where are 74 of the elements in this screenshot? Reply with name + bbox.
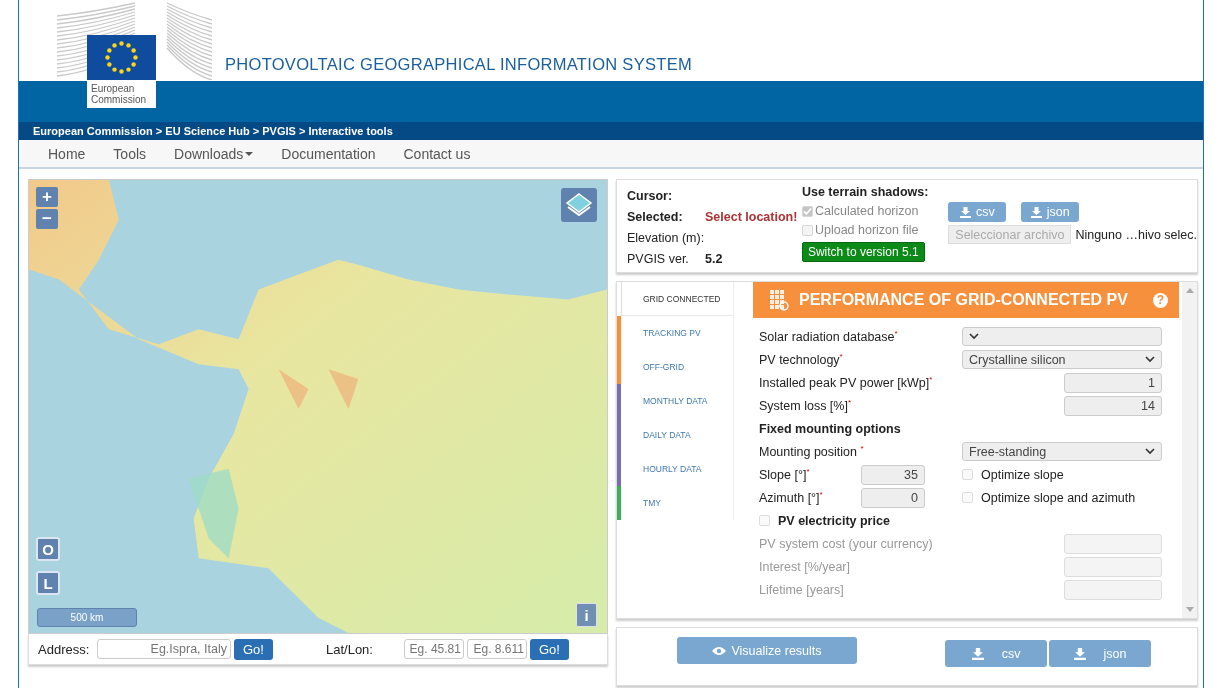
address-label: Address: <box>38 641 91 657</box>
version-label: PVGIS ver. <box>627 251 690 266</box>
eu-flag-icon <box>87 35 156 80</box>
go-button[interactable]: Go! <box>529 638 569 660</box>
field-label: System loss [%]$^{*}$ <box>759 397 853 414</box>
go-button[interactable]: Go! <box>234 638 273 660</box>
dropdown[interactable] <box>962 327 1162 346</box>
map-l-button[interactable]: L <box>36 571 60 595</box>
file-status-text: Ninguno …hivo selec. <box>1075 227 1197 242</box>
solar-panel-icon <box>769 289 789 311</box>
checkbox-label: Calculated horizon <box>814 204 919 218</box>
elevation-label: Elevation (m): <box>627 230 705 245</box>
panel-title: PERFORMANCE OF GRID-CONNECTED PV <box>799 291 1129 309</box>
scrollbar[interactable] <box>1182 282 1197 618</box>
dropdown[interactable]: Crystalline silicon <box>962 350 1162 369</box>
checkbox-label: Upload horizon file <box>814 223 919 237</box>
field-label: Lifetime [years] <box>759 582 845 597</box>
checkbox-label: Optimize slope <box>981 467 1064 482</box>
selected-label: Selected: <box>627 209 684 224</box>
number-field[interactable]: 35 <box>861 464 925 485</box>
chevron-down-icon <box>1145 356 1155 363</box>
address-field[interactable]: Eg.Ispra, Italy <box>97 639 231 659</box>
layers-icon <box>565 192 593 218</box>
field-label: Azimuth [°]$^{*}$ <box>759 489 824 506</box>
checkbox[interactable] <box>962 469 973 480</box>
scale-bar: 500 km <box>37 608 137 627</box>
terrain-shadows-label: Use terrain shadows: <box>801 185 930 199</box>
selected-location-text: Select location! <box>705 209 798 224</box>
download-icon <box>971 647 984 660</box>
zoom-out-button[interactable]: − <box>36 209 58 229</box>
nav-link[interactable]: Downloads <box>174 145 254 162</box>
checkbox[interactable] <box>759 515 770 526</box>
download-icon <box>1073 647 1086 660</box>
switch-version-button[interactable]: Switch to version 5.1 <box>801 242 925 262</box>
download-icon <box>1030 206 1042 218</box>
breadcrumb: European Commission > EU Science Hub > PVGIS > Interactive tools <box>33 125 393 137</box>
checkbox-label: PV electricity price <box>778 513 890 528</box>
caret-icon <box>245 151 254 156</box>
logo-text: European Commission <box>87 81 156 108</box>
site-title: PHOTOVOLTAIC GEOGRAPHICAL INFORMATION SYSTEM <box>225 55 692 75</box>
longitude-field[interactable]: Eg. 8.611 <box>466 639 527 659</box>
field-label: Installed peak PV power [kWp]$^{*}$ <box>759 374 934 391</box>
cursor-label: Cursor: <box>627 187 674 205</box>
latitude-field[interactable]: Eg. 45.81 <box>403 639 464 659</box>
field-label: Solar radiation database$^{*}$ <box>759 328 899 345</box>
map-o-button[interactable]: O <box>36 537 60 561</box>
field-label: Interest [%/year] <box>759 559 851 574</box>
nav-link[interactable]: Home <box>48 145 86 162</box>
nav-link[interactable]: Documentation <box>281 145 376 162</box>
number-field[interactable]: 0 <box>861 487 925 508</box>
tool-tab[interactable]: GRID CONNECTED <box>617 282 733 316</box>
zoom-in-button[interactable]: + <box>36 187 58 207</box>
latlon-label: Lat/Lon: <box>325 641 374 657</box>
checkbox[interactable] <box>962 492 973 503</box>
download-icon <box>959 206 971 218</box>
number-field[interactable]: 1 <box>1064 372 1162 393</box>
eye-icon <box>712 645 727 656</box>
scroll-up-icon[interactable] <box>1185 288 1194 293</box>
version-value: 5.2 <box>705 251 723 266</box>
field-label: Mounting position $^{*}$ <box>759 443 865 460</box>
number-field[interactable]: 14 <box>1064 395 1162 416</box>
nav-link[interactable]: Contact us <box>403 145 471 162</box>
field-label: PV system cost (your currency) <box>759 536 934 551</box>
field-label: Slope [°]$^{*}$ <box>759 466 811 483</box>
checkbox-label: Optimize slope and azimuth <box>981 490 1136 505</box>
dropdown[interactable]: Free-standing <box>962 442 1162 461</box>
layers-button[interactable] <box>561 188 597 222</box>
chevron-down-icon <box>969 333 979 340</box>
info-button[interactable]: i <box>576 603 597 627</box>
field-label: PV technology$^{*}$ <box>759 351 844 368</box>
chevron-down-icon <box>1145 448 1155 455</box>
scroll-down-icon[interactable] <box>1185 607 1194 612</box>
section-heading: Fixed mounting options <box>759 421 901 436</box>
nav-link[interactable]: Tools <box>113 145 147 162</box>
